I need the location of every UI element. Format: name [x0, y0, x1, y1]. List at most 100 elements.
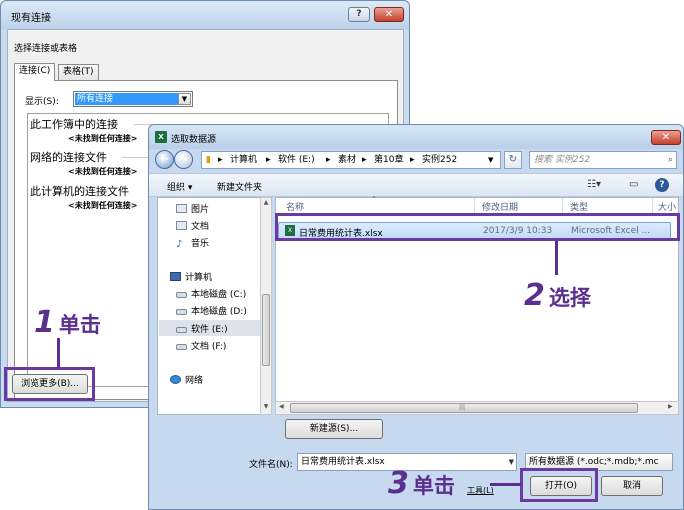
show-dropdown[interactable]: 所有连接 ▼ [73, 91, 193, 107]
browse-more-button[interactable]: 浏览更多(B)... [12, 374, 88, 394]
chevron-down-icon[interactable]: ▼ [178, 93, 191, 105]
address-bar-row: ← → ▮ ▸ 计算机 ▸ 软件 (E:) ▸ 素材 ▸ 第10章 ▸ 实例25… [149, 147, 683, 173]
nav-item-network[interactable]: 网络 [170, 373, 203, 386]
scroll-right-icon[interactable]: ▶ [668, 403, 673, 410]
annotation-step2-text: 选择 [548, 286, 591, 310]
cancel-button[interactable]: 取消 [601, 476, 663, 496]
nav-item-label: 软件 (E:) [191, 325, 228, 335]
column-header-name[interactable]: 名称 [286, 200, 304, 213]
breadcrumb-separator: ▸ [266, 155, 271, 165]
no-connections-text: <未找到任何连接> [68, 134, 138, 143]
annotation-leader-line [57, 338, 60, 368]
close-button[interactable]: ✕ [651, 130, 681, 145]
breadcrumb-drive-e[interactable]: 软件 (E:) [278, 152, 315, 168]
grip-icon: ||| [459, 404, 466, 411]
breadcrumb-separator: ▸ [362, 155, 367, 165]
navigation-pane: 图片 文档 ♪ 音乐 计算机 本地磁盘 (C:) 本地磁盘 (D:) 软件 (E:… [157, 197, 269, 415]
new-source-button[interactable]: 新建源(S)... [285, 419, 383, 439]
scrollbar-thumb[interactable] [262, 294, 270, 366]
nav-item-drive-c[interactable]: 本地磁盘 (C:) [176, 287, 246, 300]
breadcrumb-example[interactable]: 实例252 [422, 152, 457, 168]
new-folder-button[interactable]: 新建文件夹 [217, 180, 262, 193]
network-icon [170, 375, 181, 384]
view-options-icon[interactable]: ☷▾ [587, 179, 601, 190]
no-connections-text: <未找到任何连接> [68, 201, 138, 210]
sort-up-icon: ⌃ [371, 195, 377, 203]
no-connections-text: <未找到任何连接> [68, 167, 138, 176]
column-header-type[interactable]: 类型 [570, 200, 588, 213]
nav-scrollbar[interactable]: ▲ ▼ [260, 197, 272, 415]
annotation-step2-number: 2 [524, 278, 545, 313]
nav-item-pictures[interactable]: 图片 [176, 202, 209, 215]
preview-pane-icon[interactable]: ▭ [629, 179, 638, 190]
nav-item-computer[interactable]: 计算机 [170, 270, 212, 283]
close-button[interactable]: ✕ [374, 7, 404, 22]
nav-item-label: 本地磁盘 (C:) [191, 290, 247, 300]
nav-item-documents[interactable]: 文档 [176, 219, 209, 232]
tools-menu[interactable]: 工具(L) [467, 485, 494, 496]
back-arrow-icon[interactable]: ← [155, 150, 174, 169]
breadcrumb-material[interactable]: 素材 [338, 152, 356, 168]
breadcrumb-separator: ▸ [410, 155, 415, 165]
instruction-text: 选择连接或表格 [14, 44, 78, 54]
excel-app-icon: X [155, 131, 167, 143]
breadcrumb-separator: ▸ [326, 155, 331, 165]
help-button[interactable]: ? [348, 7, 370, 22]
music-icon: ♪ [176, 239, 183, 250]
select-data-source-dialog: X 选取数据源 ✕ ← → ▮ ▸ 计算机 ▸ 软件 (E:) ▸ 素材 ▸ 第… [148, 124, 684, 510]
nav-item-music[interactable]: ♪ 音乐 [176, 236, 209, 250]
section-workbook-connections: 此工作簿中的连接 [30, 118, 118, 131]
organize-menu[interactable]: 组织 ▾ [167, 180, 192, 193]
annotation-step1: 1 单击 [34, 305, 101, 340]
dialog-title: 现有连接 [11, 13, 51, 24]
scroll-left-icon[interactable]: ◀ [279, 403, 284, 410]
folder-icon: ▮ [206, 155, 211, 165]
show-dropdown-value: 所有连接 [75, 93, 178, 105]
annotation-step1-number: 1 [34, 305, 55, 340]
annotation-step3-text: 单击 [412, 474, 455, 498]
breadcrumb-computer[interactable]: 计算机 [230, 152, 257, 168]
nav-item-drive-d[interactable]: 本地磁盘 (D:) [176, 304, 247, 317]
chevron-down-icon[interactable]: ▼ [509, 454, 514, 470]
file-list-hscrollbar[interactable]: ◀ ||| ▶ [275, 401, 679, 415]
address-bar[interactable]: ▮ ▸ 计算机 ▸ 软件 (E:) ▸ 素材 ▸ 第10章 ▸ 实例252 ▼ [201, 151, 501, 169]
nav-item-drive-f[interactable]: 文档 (F:) [176, 339, 226, 352]
annotation-step2: 2 选择 [524, 278, 591, 313]
nav-item-drive-e[interactable]: 软件 (E:) [159, 320, 261, 336]
toolbar: 组织 ▾ 新建文件夹 ☷▾ ▭ ? [149, 173, 683, 197]
nav-item-label: 本地磁盘 (D:) [191, 307, 247, 317]
dialog-title: 选取数据源 [171, 135, 217, 145]
computer-icon [170, 272, 181, 281]
section-network-connections: 网络的连接文件 [30, 151, 107, 164]
scrollbar-thumb[interactable]: ||| [290, 403, 638, 413]
breadcrumb-separator: ▸ [218, 155, 223, 165]
breadcrumb-chapter[interactable]: 第10章 [374, 152, 403, 168]
tab-connections[interactable]: 连接(C) [14, 63, 56, 81]
select-data-source-titlebar[interactable]: X 选取数据源 ✕ [149, 125, 683, 149]
scroll-up-icon[interactable]: ▲ [261, 199, 271, 209]
nav-item-label: 文档 (F:) [191, 342, 227, 352]
search-input[interactable]: 搜索 实例252 ⌕ [529, 151, 677, 169]
annotation-step3: 3 单击 [388, 466, 455, 501]
annotation-step3-number: 3 [388, 466, 409, 501]
nav-item-label: 网络 [185, 376, 204, 386]
search-icon[interactable]: ⌕ [668, 152, 673, 168]
highlight-file-row [275, 213, 680, 241]
annotation-leader-line [555, 241, 558, 275]
forward-arrow-icon[interactable]: → [174, 150, 193, 169]
existing-connections-titlebar[interactable]: 现有连接 ? ✕ [1, 1, 409, 29]
chevron-down-icon[interactable]: ▼ [488, 152, 493, 168]
nav-item-label: 文档 [191, 222, 210, 232]
column-header-modified[interactable]: 修改日期 [482, 200, 518, 213]
search-placeholder: 搜索 实例252 [534, 155, 591, 165]
refresh-icon[interactable]: ↻ [504, 151, 522, 169]
drive-icon [176, 327, 187, 333]
scroll-down-icon[interactable]: ▼ [261, 403, 271, 413]
nav-item-label: 图片 [191, 205, 210, 215]
help-icon[interactable]: ? [655, 178, 669, 192]
documents-icon [176, 221, 187, 230]
highlight-open-button [520, 468, 598, 502]
section-computer-connections: 此计算机的连接文件 [30, 185, 129, 198]
column-header-size[interactable]: 大小 [658, 200, 676, 213]
tab-tables[interactable]: 表格(T) [58, 64, 99, 81]
